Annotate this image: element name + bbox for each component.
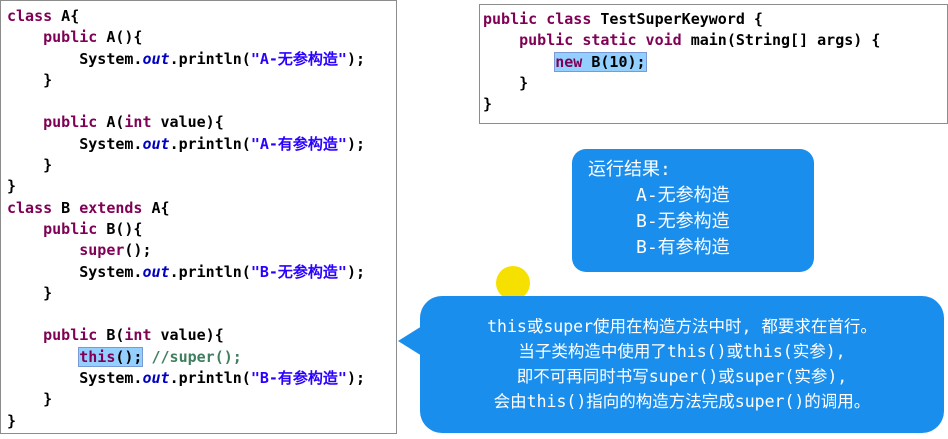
code-text: System. — [79, 262, 143, 281]
result-title: 运行结果: — [588, 159, 671, 180]
kw: public — [43, 113, 98, 132]
rule-line: 即不可再同时书写super()或super(实参), — [516, 367, 848, 386]
code-text: .println( — [169, 49, 251, 68]
kw: extends — [79, 198, 143, 217]
rule-line: 会由this()指向的构造方法完成super()的调用。 — [493, 392, 871, 411]
kw: new — [555, 52, 583, 71]
test-super-keyword-code: public class TestSuperKeyword { public s… — [483, 9, 880, 115]
rule-callout: this或super使用在构造方法中时, 都要求在首行。 当子类构造中使用了th… — [420, 296, 944, 433]
code-text: value){ — [151, 113, 224, 132]
code-text: } — [43, 70, 53, 89]
code-field: out — [142, 134, 170, 153]
left-code-panel: class A{ public A(){ System.out.println(… — [0, 0, 397, 434]
code-text: System. — [79, 369, 143, 388]
code-text: } — [43, 156, 53, 175]
code-string: "B-有参构造" — [250, 369, 347, 388]
code-text: main(String[] args) { — [681, 31, 881, 50]
code-text: System. — [79, 134, 143, 153]
code-text: A( — [97, 113, 125, 132]
kw: super — [79, 241, 125, 260]
code-text: } — [7, 177, 17, 196]
kw: int — [124, 113, 152, 132]
class-a-b-code: class A{ public A(){ System.out.println(… — [7, 6, 365, 432]
code-text: .println( — [169, 262, 251, 281]
code-text: B — [52, 198, 80, 217]
result-line: A-无参构造 — [636, 185, 730, 206]
code-text: ); — [346, 134, 366, 153]
code-text: A{ — [52, 7, 80, 25]
kw: public static void — [519, 31, 682, 50]
code-text: } — [43, 283, 53, 302]
kw: int — [124, 326, 152, 345]
right-code-panel: public class TestSuperKeyword { public s… — [479, 4, 948, 124]
result-line: B-有参构造 — [636, 237, 730, 258]
kw: public — [43, 326, 98, 345]
kw: public — [43, 28, 98, 47]
code-text: (); — [115, 347, 143, 366]
code-text: System. — [79, 49, 143, 68]
kw: public class — [483, 10, 592, 28]
this-call-highlight: this(); — [78, 346, 144, 367]
code-text: ); — [346, 49, 366, 68]
code-text: B(){ — [97, 219, 143, 238]
code-text: .println( — [169, 369, 251, 388]
code-text: ); — [346, 369, 366, 388]
code-text: (); — [124, 241, 152, 260]
kw: class — [7, 198, 53, 217]
code-text: } — [43, 390, 53, 409]
code-string: "B-无参构造" — [250, 262, 347, 281]
code-field: out — [142, 49, 170, 68]
kw: class — [7, 7, 53, 25]
code-string: "A-有参构造" — [250, 134, 347, 153]
code-comment: //super(); — [151, 347, 242, 366]
kw: this — [79, 347, 116, 366]
yellow-dot — [496, 266, 530, 300]
code-text: B(10); — [582, 52, 646, 71]
result-line: B-无参构造 — [636, 211, 730, 232]
code-text: } — [7, 411, 17, 430]
code-text: B( — [97, 326, 125, 345]
code-text: } — [519, 73, 529, 92]
code-text: } — [483, 95, 493, 114]
kw: public — [43, 219, 98, 238]
new-b-highlight: new B(10); — [554, 51, 647, 72]
rule-callout-pointer — [398, 326, 422, 356]
code-text: A{ — [142, 198, 170, 217]
code-text: A(){ — [97, 28, 143, 47]
result-callout: 运行结果: A-无参构造 B-无参构造 B-有参构造 — [572, 149, 814, 272]
rule-line: 当子类构造中使用了this()或this(实参), — [518, 342, 846, 361]
code-text: .println( — [169, 134, 251, 153]
code-text: TestSuperKeyword { — [591, 10, 763, 28]
code-string: "A-无参构造" — [250, 49, 347, 68]
code-text: ); — [346, 262, 366, 281]
code-field: out — [142, 262, 170, 281]
rule-line: this或super使用在构造方法中时, 都要求在首行。 — [487, 317, 877, 336]
code-text: value){ — [151, 326, 224, 345]
code-field: out — [142, 369, 170, 388]
